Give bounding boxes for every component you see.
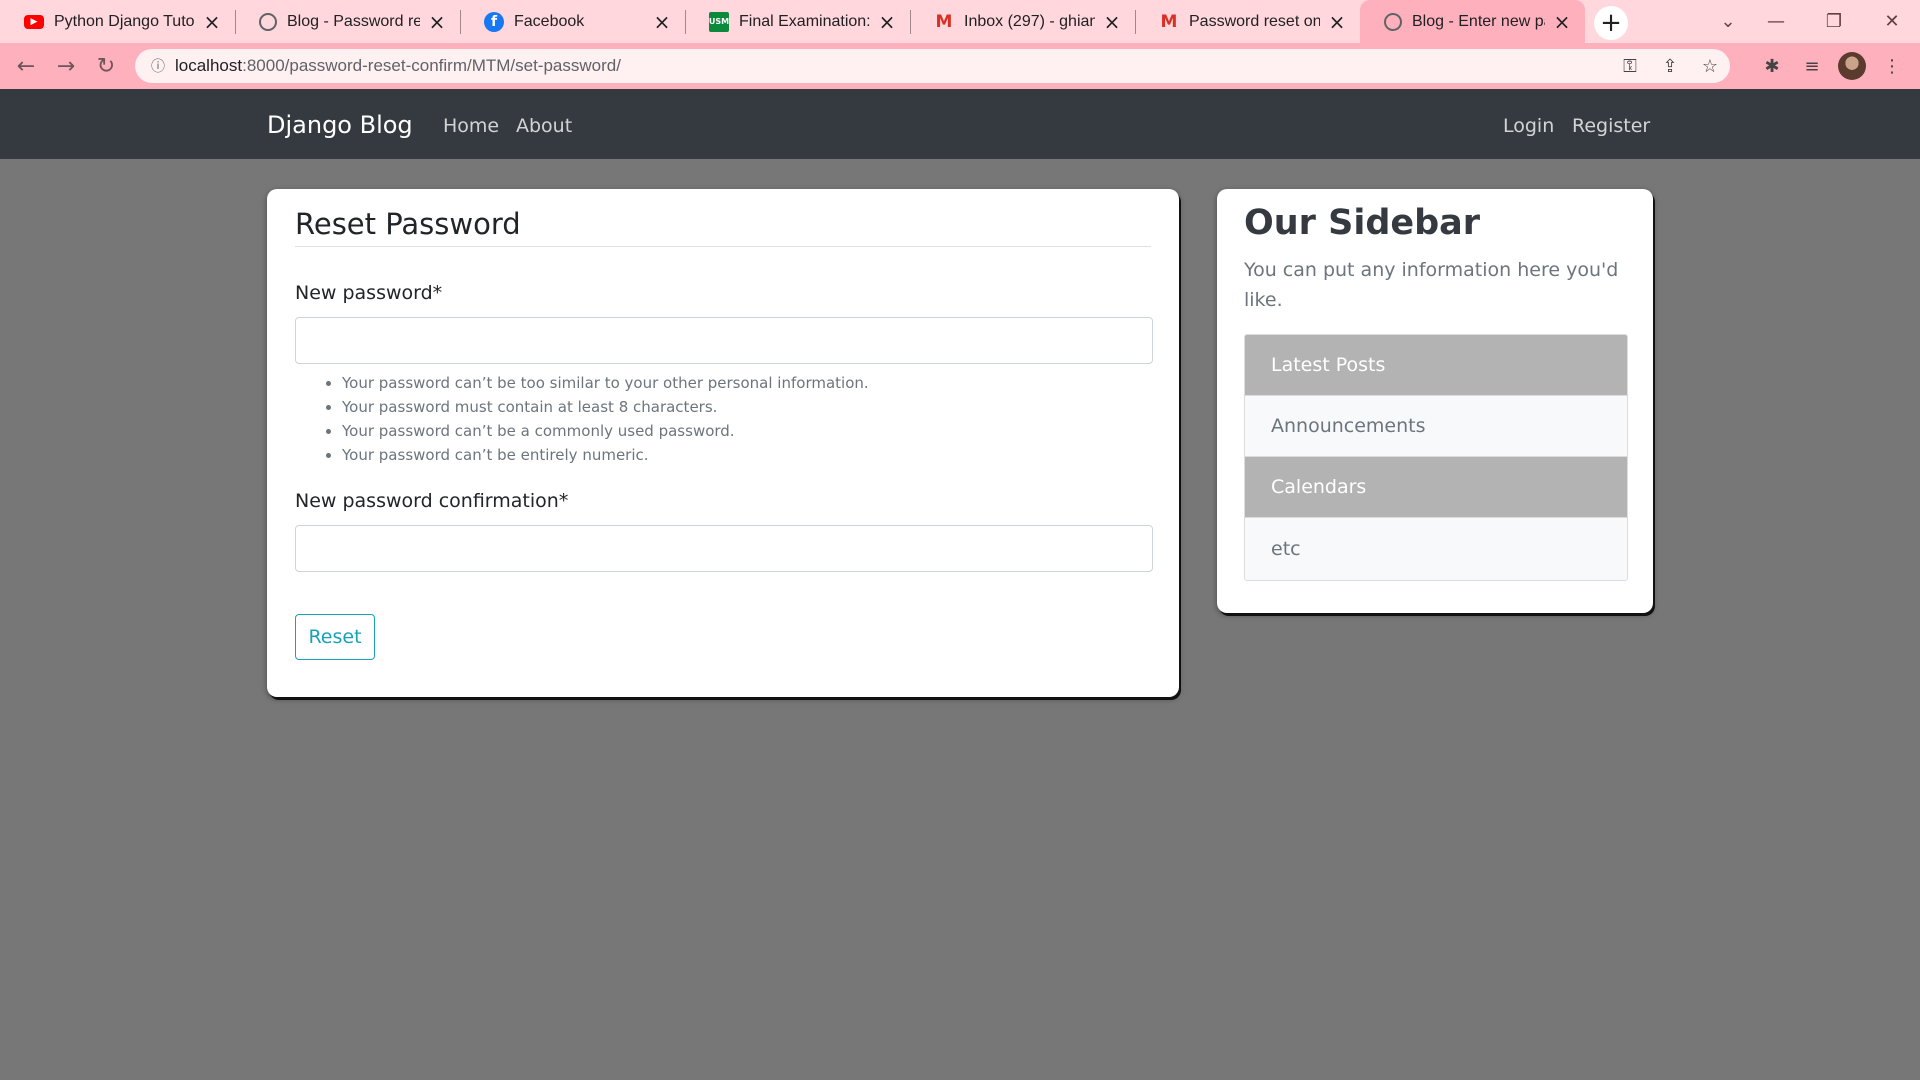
confirm-password-input[interactable] — [295, 525, 1153, 572]
browser-toolbar: ← → ↻ ⓘ localhost:8000/password-reset-co… — [0, 43, 1920, 89]
sidebar-title: Our Sidebar — [1244, 203, 1481, 243]
legend-divider — [295, 246, 1151, 247]
new-password-input[interactable] — [295, 317, 1153, 364]
sidebar-item-etc[interactable]: etc — [1245, 518, 1627, 580]
form-legend: Reset Password — [295, 207, 521, 241]
extensions-puzzle-icon[interactable]: ✱ — [1752, 48, 1792, 84]
nav-login-link[interactable]: Login — [1503, 115, 1554, 137]
browser-tab[interactable]: USM Final Examination: Att × — [685, 0, 910, 43]
close-tab-icon[interactable]: × — [651, 10, 673, 34]
tab-title: Final Examination: Att — [739, 12, 870, 30]
help-item: Your password must contain at least 8 ch… — [342, 395, 869, 419]
browser-tab[interactable]: f Facebook × — [460, 0, 685, 43]
reset-password-card: Reset Password New password* Your passwo… — [267, 189, 1179, 697]
password-help-list: Your password can’t be too similar to yo… — [342, 371, 869, 467]
globe-icon — [259, 12, 277, 31]
nav-about-link[interactable]: About — [516, 115, 572, 137]
new-tab-button[interactable]: + — [1594, 6, 1628, 40]
close-tab-icon[interactable]: × — [1326, 10, 1348, 34]
tab-title: Password reset on loc — [1189, 12, 1320, 30]
sidebar-item-announcements[interactable]: Announcements — [1245, 396, 1627, 457]
browser-tabstrip: ▶ Python Django Tutori × Blog - Password… — [0, 0, 1920, 43]
reload-icon[interactable]: ↻ — [88, 48, 124, 84]
help-item: Your password can’t be too similar to yo… — [342, 371, 869, 395]
browser-tab[interactable]: M Inbox (297) - ghiantar × — [910, 0, 1135, 43]
browser-tab-active[interactable]: Blog - Enter new pass × — [1360, 0, 1585, 43]
share-icon[interactable]: ⇪ — [1650, 56, 1690, 77]
nav-register-link[interactable]: Register — [1572, 115, 1650, 137]
confirm-password-label: New password confirmation* — [295, 490, 569, 512]
restore-icon[interactable]: ❐ — [1806, 0, 1862, 43]
brand-link[interactable]: Django Blog — [267, 111, 413, 139]
nav-home-link[interactable]: Home — [443, 115, 499, 137]
tab-title: Blog - Password reset — [287, 12, 420, 30]
site-info-icon[interactable]: ⓘ — [141, 56, 175, 76]
help-item: Your password can’t be a commonly used p… — [342, 419, 869, 443]
new-password-label: New password* — [295, 282, 443, 304]
sidebar-card: Our Sidebar You can put any information … — [1217, 189, 1653, 613]
usm-icon: USM — [709, 11, 729, 32]
close-tab-icon[interactable]: × — [1551, 10, 1573, 34]
site-navbar: Django Blog Home About Login Register — [0, 89, 1920, 159]
browser-tab[interactable]: M Password reset on loc × — [1135, 0, 1360, 43]
tab-title: Python Django Tutori — [54, 12, 195, 30]
browser-tab[interactable]: Blog - Password reset × — [235, 0, 460, 43]
sidebar-list: Latest Posts Announcements Calendars etc — [1244, 334, 1628, 581]
reset-button[interactable]: Reset — [295, 614, 375, 660]
youtube-icon: ▶ — [24, 14, 44, 29]
forward-arrow-icon[interactable]: → — [48, 48, 84, 84]
sidebar-text: You can put any information here you'd l… — [1244, 259, 1619, 311]
facebook-icon: f — [484, 11, 504, 32]
sidebar-item-calendars[interactable]: Calendars — [1245, 457, 1627, 518]
tab-title: Facebook — [514, 12, 585, 30]
kebab-menu-icon[interactable]: ⋮ — [1872, 48, 1912, 84]
star-icon[interactable]: ☆ — [1690, 56, 1730, 77]
profile-avatar[interactable] — [1832, 48, 1872, 84]
close-tab-icon[interactable]: × — [1101, 10, 1123, 34]
globe-icon — [1384, 12, 1402, 31]
tab-title: Inbox (297) - ghiantar — [964, 12, 1095, 30]
address-bar[interactable]: ⓘ localhost:8000/password-reset-confirm/… — [135, 49, 1730, 83]
gmail-icon: M — [1160, 11, 1178, 32]
sidebar-item-latest-posts[interactable]: Latest Posts — [1245, 335, 1627, 396]
tab-title: Blog - Enter new pass — [1412, 12, 1545, 30]
reading-list-icon[interactable]: ≡ — [1792, 48, 1832, 84]
close-window-icon[interactable]: ✕ — [1864, 0, 1920, 43]
gmail-icon: M — [935, 11, 953, 32]
help-item: Your password can’t be entirely numeric. — [342, 443, 869, 467]
back-arrow-icon[interactable]: ← — [8, 48, 44, 84]
minimize-icon[interactable]: — — [1748, 0, 1804, 43]
close-tab-icon[interactable]: × — [876, 10, 898, 34]
url-text: localhost:8000/password-reset-confirm/MT… — [175, 56, 621, 75]
close-tab-icon[interactable]: × — [201, 10, 223, 34]
browser-tab[interactable]: ▶ Python Django Tutori × — [0, 0, 235, 43]
close-tab-icon[interactable]: × — [426, 10, 448, 34]
key-icon[interactable]: ⚿ — [1610, 56, 1650, 77]
